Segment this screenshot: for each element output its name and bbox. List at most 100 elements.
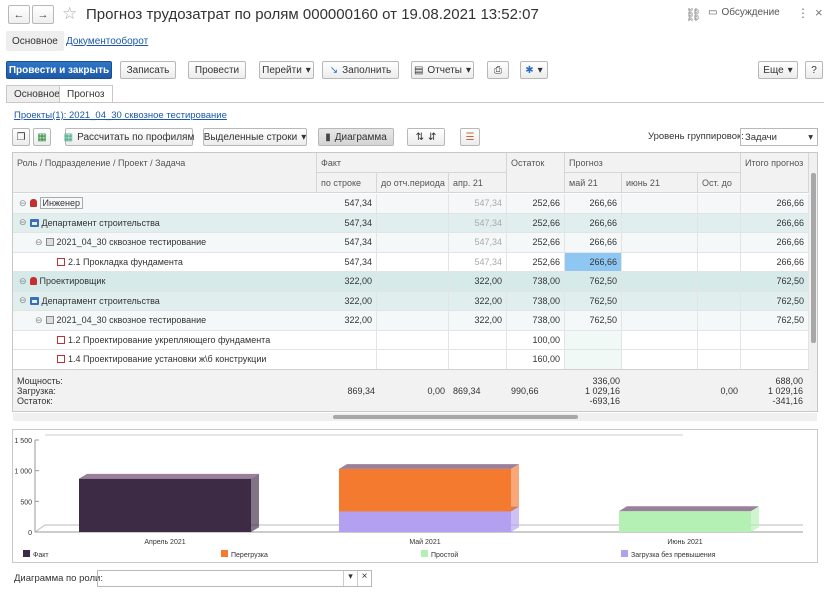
collapse-icon[interactable]: ⊖	[35, 315, 43, 326]
cell-may[interactable]: 762,50	[565, 311, 622, 330]
row-name-cell[interactable]: ⊖ Инженер	[19, 194, 83, 213]
calc-by-profiles-button[interactable]: ▦ Рассчитать по профилям	[64, 128, 194, 146]
collapse-icon[interactable]: ⊖	[19, 276, 27, 287]
header-ost[interactable]: Ост. до	[698, 173, 741, 193]
cell-total[interactable]: 266,66	[741, 194, 809, 213]
excel-button[interactable]: ▦	[33, 128, 51, 146]
cell-total[interactable]: 266,66	[741, 233, 809, 252]
cell-may[interactable]: 762,50	[565, 291, 622, 310]
help-button[interactable]: ?	[805, 61, 823, 79]
cell-ost[interactable]	[698, 194, 741, 213]
diagram-by-role-input[interactable]: ▾ ×	[97, 570, 372, 587]
table-row[interactable]: ⊖ Проектировщик 322,00 322,00 738,00 762,50 76…	[13, 272, 809, 292]
table-row[interactable]: 1.4 Проектирование установки ж\б констру…	[13, 350, 809, 370]
header-forecast[interactable]: Прогноз	[565, 153, 741, 173]
selected-rows-button[interactable]: Выделенные строки ▾	[203, 128, 307, 146]
cell-ost[interactable]	[698, 311, 741, 330]
table-row[interactable]: 2.1 Прокладка фундамента 547,34 547,34 252,…	[13, 252, 809, 272]
header-by-line[interactable]: по строке	[317, 173, 377, 193]
cell-to-period[interactable]	[377, 213, 449, 232]
attach-button[interactable]: ✱ ▾	[520, 61, 548, 79]
cell-apr[interactable]: 322,00	[449, 311, 507, 330]
horizontal-scrollbar[interactable]	[13, 413, 817, 421]
cell-rest[interactable]: 252,66	[507, 252, 565, 271]
vertical-scrollbar[interactable]	[809, 153, 817, 411]
cell-rest[interactable]: 160,00	[507, 350, 565, 369]
forward-button[interactable]: →	[32, 5, 54, 24]
cell-rest[interactable]: 738,00	[507, 291, 565, 310]
cell-by-line[interactable]	[317, 330, 377, 349]
cell-jun[interactable]	[622, 194, 698, 213]
row-name-cell[interactable]: 1.2 Проектирование укрепляющего фундамен…	[57, 331, 270, 350]
cell-ost[interactable]	[698, 350, 741, 369]
scroll-thumb[interactable]	[811, 173, 816, 343]
page-tab-docflow[interactable]: Документооборот	[60, 31, 154, 51]
cell-may[interactable]: 762,50	[565, 272, 622, 291]
cell-may[interactable]: 266,66	[565, 233, 622, 252]
header-may[interactable]: май 21	[565, 173, 622, 193]
cell-by-line[interactable]: 547,34	[317, 213, 377, 232]
grouping-level-select[interactable]: Задачи ▾	[740, 128, 818, 146]
sort-button[interactable]: ⇅ ⇵	[407, 128, 445, 146]
cell-jun[interactable]	[622, 311, 698, 330]
tab-forecast[interactable]: Прогноз	[59, 85, 113, 103]
cell-by-line[interactable]: 547,34	[317, 194, 377, 213]
header-jun[interactable]: июнь 21	[622, 173, 698, 193]
cell-ost[interactable]	[698, 330, 741, 349]
cell-jun[interactable]	[622, 213, 698, 232]
projects-link[interactable]: Проекты(1): 2021_04_30 сквозное тестиров…	[14, 110, 227, 121]
table-row[interactable]: ⊖ 2021_04_30 сквозное тестирование 547,34 5…	[13, 233, 809, 253]
cell-total[interactable]	[741, 330, 809, 349]
copy-button[interactable]: ❐	[12, 128, 30, 146]
row-name-cell[interactable]: ⊖ 2021_04_30 сквозное тестирование	[35, 233, 206, 252]
cell-apr[interactable]	[449, 350, 507, 369]
cell-rest[interactable]: 252,66	[507, 194, 565, 213]
header-to-period[interactable]: до отч.периода	[377, 173, 449, 193]
post-button[interactable]: Провести	[188, 61, 246, 79]
cell-by-line[interactable]: 322,00	[317, 291, 377, 310]
header-rest[interactable]: Остаток	[507, 153, 565, 193]
page-tab-main[interactable]: Основное	[6, 31, 64, 51]
table-row[interactable]: ⊖ Департамент строительства 547,34 547,34 25…	[13, 213, 809, 233]
cell-apr[interactable]: 547,34	[449, 194, 507, 213]
cell-jun[interactable]	[622, 272, 698, 291]
header-fact[interactable]: Факт	[317, 153, 507, 173]
table-row[interactable]: ⊖ Инженер 547,34 547,34 252,66 266,66 266,66	[13, 194, 809, 214]
hscroll-thumb[interactable]	[333, 415, 578, 419]
cell-to-period[interactable]	[377, 330, 449, 349]
cell-may[interactable]	[565, 350, 622, 369]
header-role[interactable]: Роль / Подразделение / Проект / Задача	[13, 153, 317, 193]
cell-ost[interactable]	[698, 252, 741, 271]
cell-rest[interactable]: 252,66	[507, 233, 565, 252]
cell-may[interactable]: 266,66	[565, 213, 622, 232]
cell-rest[interactable]: 100,00	[507, 330, 565, 349]
cell-total[interactable]: 266,66	[741, 252, 809, 271]
cell-to-period[interactable]	[377, 194, 449, 213]
cell-ost[interactable]	[698, 213, 741, 232]
row-name-cell[interactable]: 2.1 Прокладка фундамента	[57, 253, 183, 272]
more-button[interactable]: Еще ▾	[758, 61, 798, 79]
cell-to-period[interactable]	[377, 252, 449, 271]
link-icon[interactable]: ⛓	[685, 7, 702, 23]
cell-ost[interactable]	[698, 291, 741, 310]
cell-apr[interactable]: 547,34	[449, 213, 507, 232]
favorite-star-icon[interactable]: ☆	[62, 4, 77, 24]
cell-ost[interactable]	[698, 233, 741, 252]
cell-total[interactable]: 762,50	[741, 291, 809, 310]
cell-to-period[interactable]	[377, 233, 449, 252]
cell-jun[interactable]	[622, 330, 698, 349]
table-row[interactable]: 1.2 Проектирование укрепляющего фундамен…	[13, 330, 809, 350]
columns-button[interactable]: ☰	[460, 128, 480, 146]
cell-total[interactable]: 266,66	[741, 213, 809, 232]
reports-button[interactable]: ▤ Отчеты ▾	[411, 61, 474, 79]
dropdown-arrow-icon[interactable]: ▾	[343, 571, 357, 586]
collapse-icon[interactable]: ⊖	[19, 295, 27, 306]
header-apr[interactable]: апр. 21	[449, 173, 507, 193]
header-total[interactable]: Итого прогноз	[741, 153, 809, 193]
cell-to-period[interactable]	[377, 291, 449, 310]
row-name-cell[interactable]: ⊖ Проектировщик	[19, 272, 105, 291]
collapse-icon[interactable]: ⊖	[19, 198, 27, 209]
cell-ost[interactable]	[698, 272, 741, 291]
cell-apr[interactable]: 322,00	[449, 291, 507, 310]
cell-may[interactable]	[565, 330, 622, 349]
